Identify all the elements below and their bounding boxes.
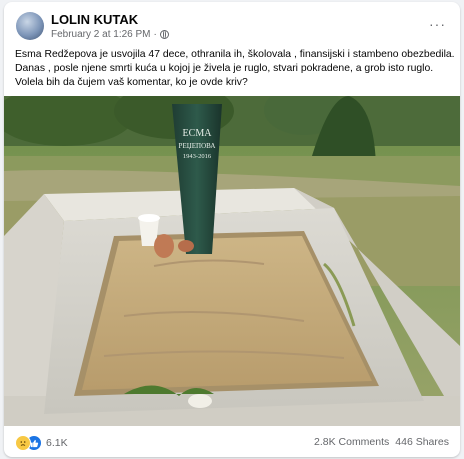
author-avatar[interactable] [16,12,44,40]
comments-count-link[interactable]: 2.8K Comments [314,436,389,448]
author-name[interactable]: LOLIN KUTAK [51,12,138,27]
post-text-line: Danas , posle njene smrti kuća u kojoj j… [15,63,434,74]
shares-count-link[interactable]: 446 Shares [395,436,449,448]
sad-reaction-icon [15,435,31,451]
post-text-line: Esma Redžepova je usvojila 47 dece, othr… [15,49,455,60]
reactions-summary[interactable]: 6.1K [15,435,68,451]
post-meta: February 2 at 1:26 PM · [51,29,169,40]
more-options-button[interactable]: ··· [429,16,446,32]
post-text-line: Volela bih da čujem vaš komentar, ko je … [15,77,248,88]
headstone-name-last: РЕЏЕПОВА [179,142,216,150]
reaction-count: 6.1K [46,437,68,449]
post-header: LOLIN KUTAK February 2 at 1:26 PM · ··· [4,2,460,46]
globe-icon [159,30,169,39]
engagement-stats: 2.8K Comments 446 Shares [314,436,449,448]
post-photo[interactable]: ЕСМА РЕЏЕПОВА 1943-2016 [4,96,460,426]
post-timestamp[interactable]: February 2 at 1:26 PM [51,29,151,40]
post-card: LOLIN KUTAK February 2 at 1:26 PM · ··· … [4,2,460,457]
post-text: Esma Redžepova je usvojila 47 dece, othr… [15,48,455,90]
post-footer: 6.1K 2.8K Comments 446 Shares [4,426,460,457]
headstone-name-first: ЕСМА [183,128,213,139]
grave-photo: ЕСМА РЕЏЕПОВА 1943-2016 [4,96,460,426]
headstone-years: 1943-2016 [183,153,212,160]
